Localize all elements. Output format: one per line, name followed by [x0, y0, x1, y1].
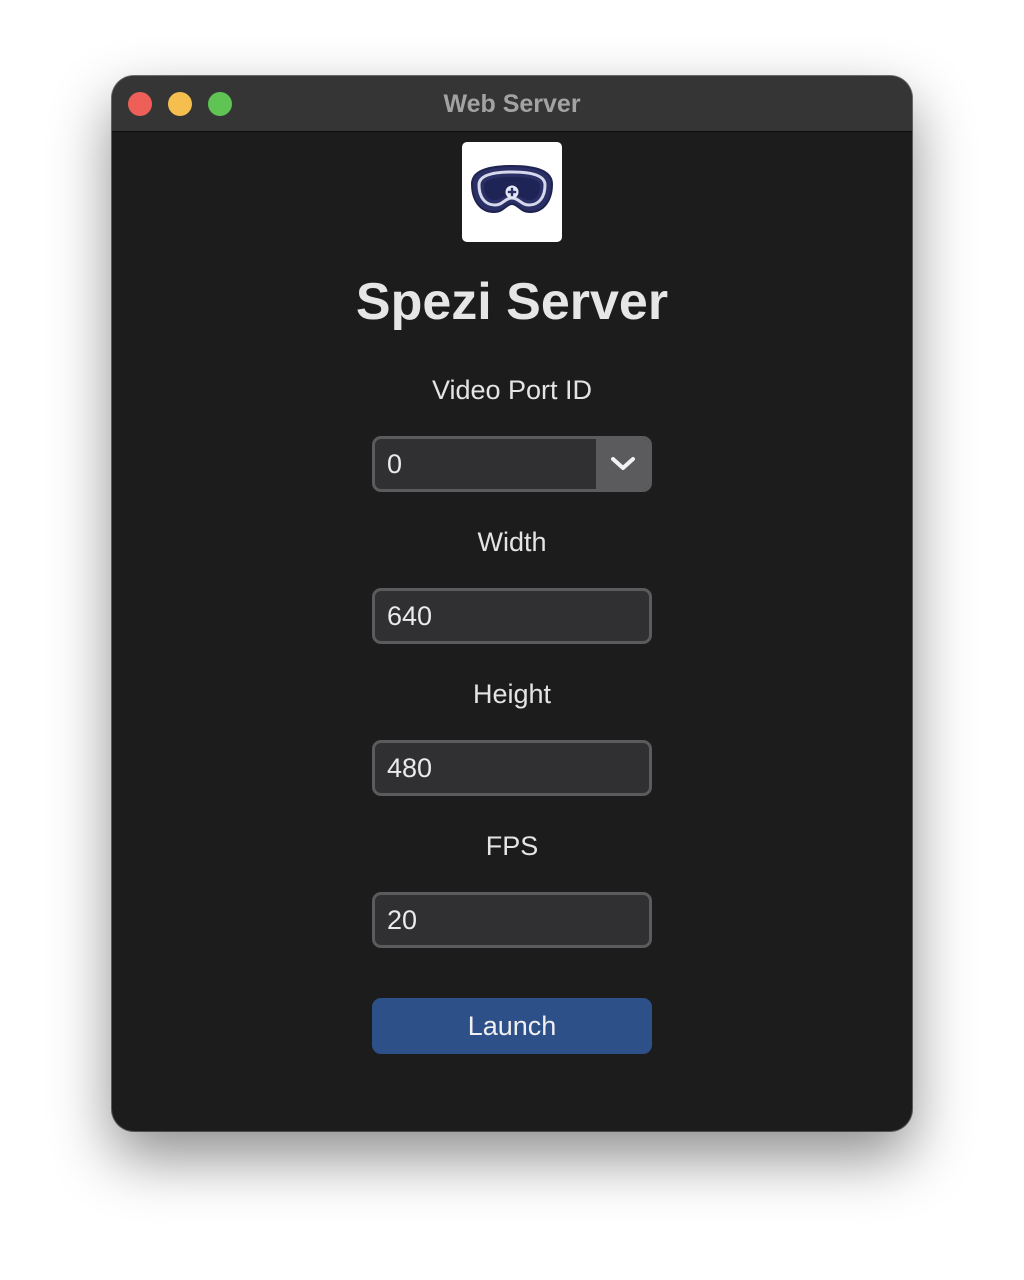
app-title: Spezi Server: [355, 273, 669, 331]
app-window: Web Server Spezi Server Video Port ID Wi…: [112, 76, 912, 1131]
title-bar[interactable]: Web Server: [112, 76, 912, 132]
video-port-label: Video Port ID: [431, 375, 593, 405]
width-field[interactable]: [372, 588, 652, 644]
fps-label: FPS: [485, 831, 539, 861]
vr-headset-medical-icon: [462, 142, 562, 242]
select-dropdown-button[interactable]: [596, 439, 649, 489]
video-port-select[interactable]: [372, 436, 652, 492]
fps-input[interactable]: [375, 895, 649, 945]
height-input[interactable]: [375, 743, 649, 793]
fps-field[interactable]: [372, 892, 652, 948]
height-label: Height: [472, 679, 552, 709]
video-port-value[interactable]: [375, 439, 597, 489]
chevron-down-icon: [611, 457, 635, 470]
window-title: Web Server: [443, 90, 581, 118]
launch-button[interactable]: Launch: [372, 998, 652, 1054]
width-input[interactable]: [375, 591, 649, 641]
height-field[interactable]: [372, 740, 652, 796]
width-label: Width: [477, 527, 547, 557]
